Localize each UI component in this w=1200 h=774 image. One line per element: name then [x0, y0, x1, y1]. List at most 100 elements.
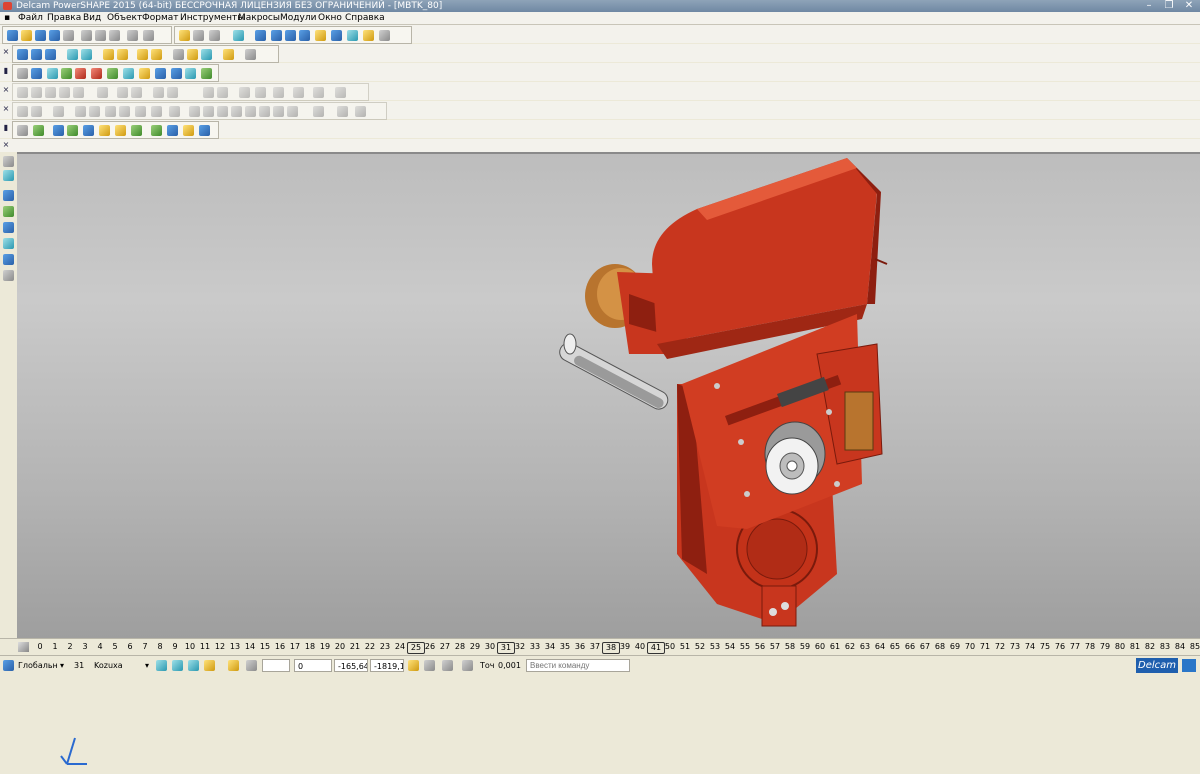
surface-repair-icon[interactable] [337, 106, 348, 117]
plane-icon[interactable] [3, 238, 14, 249]
level-button[interactable]: 16 [272, 642, 288, 652]
level-button[interactable]: 19 [317, 642, 333, 652]
line-icon[interactable] [271, 30, 282, 41]
level-button[interactable]: 80 [1112, 642, 1128, 652]
relative-icon[interactable] [424, 660, 435, 671]
surface-check-icon[interactable] [313, 106, 324, 117]
workplane-dropdown-icon[interactable]: ▾ [60, 659, 64, 672]
solid-shell-icon[interactable] [183, 125, 194, 136]
copy-icon[interactable] [95, 30, 106, 41]
zoom-in-icon[interactable] [103, 49, 114, 60]
save-icon[interactable] [49, 30, 60, 41]
view-cube2-icon[interactable] [172, 660, 183, 671]
model-tree-icon[interactable] [17, 68, 28, 79]
menu-tools[interactable]: Инструменты [180, 12, 244, 24]
level-button[interactable]: 65 [887, 642, 903, 652]
mesh-icon[interactable] [347, 30, 358, 41]
solid-hole-icon[interactable] [115, 125, 126, 136]
menu-edit[interactable]: Правка [47, 12, 81, 24]
level-button[interactable]: 62 [842, 642, 858, 652]
level-button[interactable]: 35 [557, 642, 573, 652]
export-icon[interactable] [185, 68, 196, 79]
object-icon[interactable] [47, 68, 58, 79]
solid-chart-icon[interactable] [151, 125, 162, 136]
workplane-select[interactable]: Глобальн [18, 659, 58, 672]
axis-icon[interactable] [3, 190, 14, 201]
cut-icon[interactable] [81, 30, 92, 41]
level-button[interactable]: 33 [527, 642, 543, 652]
surface-patch-icon[interactable] [287, 106, 298, 117]
surface-block-icon[interactable] [53, 106, 64, 117]
curve-box-icon[interactable] [335, 87, 346, 98]
surface-blend-icon[interactable] [217, 106, 228, 117]
select-tool-icon[interactable] [233, 30, 244, 41]
toolbar-close-icon[interactable]: × [1, 104, 11, 114]
toolbar-close-icon[interactable]: × [1, 47, 11, 57]
level-button[interactable]: 77 [1067, 642, 1083, 652]
calculator-icon[interactable] [442, 660, 453, 671]
coord-y-field[interactable]: -1819,1 [370, 659, 404, 672]
level-button[interactable]: 82 [1142, 642, 1158, 652]
level-button[interactable]: 1 [47, 642, 63, 652]
menu-window[interactable]: Окно [318, 12, 342, 24]
level-button[interactable]: 32 [512, 642, 528, 652]
assembly-icon[interactable] [171, 68, 182, 79]
grid-icon[interactable] [246, 660, 257, 671]
curve-smooth-icon[interactable] [217, 87, 228, 98]
level-button[interactable]: 68 [932, 642, 948, 652]
surface-fillet-icon[interactable] [273, 106, 284, 117]
level-button[interactable]: 79 [1097, 642, 1113, 652]
shaded-icon[interactable] [187, 49, 198, 60]
menu-file[interactable]: Файл [18, 12, 43, 24]
level-button[interactable]: 21 [347, 642, 363, 652]
level-button[interactable]: 61 [827, 642, 843, 652]
zoom-fit-icon[interactable] [151, 49, 162, 60]
level-button[interactable]: 63 [857, 642, 873, 652]
box-icon[interactable] [139, 68, 150, 79]
level-button[interactable]: 14 [242, 642, 258, 652]
solid-tree-icon[interactable] [167, 125, 178, 136]
solid-pattern-icon[interactable] [131, 125, 142, 136]
surface-sweep-icon[interactable] [203, 106, 214, 117]
level-button[interactable]: 11 [197, 642, 213, 652]
select-arrow-icon[interactable] [3, 156, 14, 167]
level-button[interactable]: 58 [782, 642, 798, 652]
level-button[interactable]: 8 [152, 642, 168, 652]
wireframe-icon[interactable] [201, 49, 212, 60]
level-button[interactable]: 26 [422, 642, 438, 652]
snap-settings-icon[interactable] [228, 660, 239, 671]
paste-icon[interactable] [109, 30, 120, 41]
curve-reverse-icon[interactable] [313, 87, 324, 98]
curve-wrap-icon[interactable] [167, 87, 178, 98]
toolbar-grip-icon[interactable]: ▮ [1, 66, 11, 76]
level-button[interactable]: 56 [752, 642, 768, 652]
surface-torus-icon[interactable] [119, 106, 130, 117]
level-button[interactable]: 59 [797, 642, 813, 652]
eraser-icon[interactable] [127, 30, 138, 41]
level-button[interactable]: 52 [692, 642, 708, 652]
level-button[interactable]: 85 [1187, 642, 1200, 652]
toolbar-close-icon[interactable]: × [1, 140, 11, 150]
surface-revolve-icon[interactable] [169, 106, 180, 117]
level-button[interactable]: 20 [332, 642, 348, 652]
level-button[interactable]: 6 [122, 642, 138, 652]
dimension-icon[interactable] [363, 30, 374, 41]
surface-trim-icon[interactable] [259, 106, 270, 117]
view-cube-icon[interactable] [156, 660, 167, 671]
document-icon[interactable] [31, 68, 42, 79]
surface-offset-icon[interactable] [245, 106, 256, 117]
print-icon[interactable] [63, 30, 74, 41]
menu-modules[interactable]: Модули [280, 12, 316, 24]
surface-convert-icon[interactable] [355, 106, 366, 117]
level-button[interactable]: 24 [392, 642, 408, 652]
coord-z-field[interactable]: 0 [294, 659, 332, 672]
coord-x-field[interactable]: -165,64 [334, 659, 368, 672]
open-file-icon[interactable] [21, 30, 32, 41]
surface-spring-icon[interactable] [135, 106, 146, 117]
solid-tool-icon[interactable] [17, 125, 28, 136]
workplane-icon[interactable] [3, 660, 14, 671]
surface-plane-icon[interactable] [31, 106, 42, 117]
surface-tool-icon[interactable] [17, 106, 28, 117]
open-model-icon[interactable] [35, 30, 46, 41]
tolerance-icon[interactable] [462, 660, 473, 671]
